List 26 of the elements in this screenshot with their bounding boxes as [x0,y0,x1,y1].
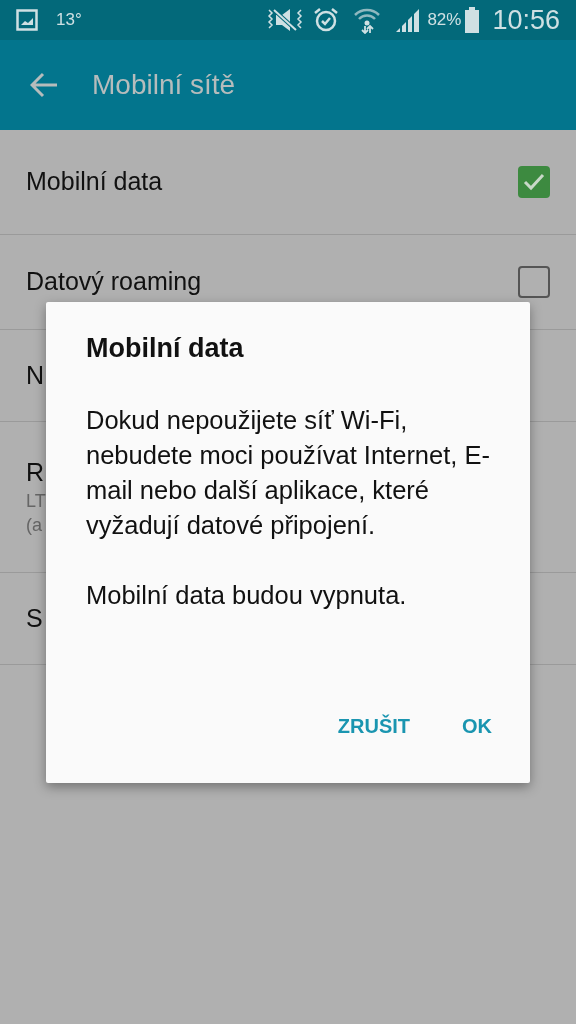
dialog-button[interactable]: OK [446,703,508,749]
mute-vibrate-icon [267,7,304,33]
battery-percent: 82% [427,9,462,32]
alarm-icon [313,7,340,33]
dialog-message: Dokud nepoužijete síť Wi-Fi, nebudete moci používat Internet, E-mail nebo další aplikace, které vyžadují datové připojení. [86,404,490,541]
checkbox[interactable] [518,266,550,298]
wifi-icon [353,6,382,34]
setting-summary: (a [26,513,43,537]
setting-title: S [26,602,43,634]
battery-icon [464,7,481,33]
screen-title: Mobilní sítě [92,68,236,102]
setting-summary: LT [26,489,46,513]
image-icon [16,9,38,31]
setting-title: R [26,457,46,489]
setting-title: Datový roaming [26,266,202,298]
dialog-title: Mobilní data [86,332,245,365]
clock: 10:56 [492,3,560,37]
checkbox[interactable] [518,166,550,198]
back-arrow-icon[interactable] [30,72,58,98]
dialog-button[interactable]: ZRUŠIT [321,703,426,749]
setting-title: Mobilní data [26,166,163,198]
check-icon [522,172,546,192]
setting-title: N [26,359,45,391]
temperature: 13° [56,9,82,32]
signal-icon [395,7,422,33]
dialog-message: Mobilní data budou vypnuta. [86,579,408,611]
